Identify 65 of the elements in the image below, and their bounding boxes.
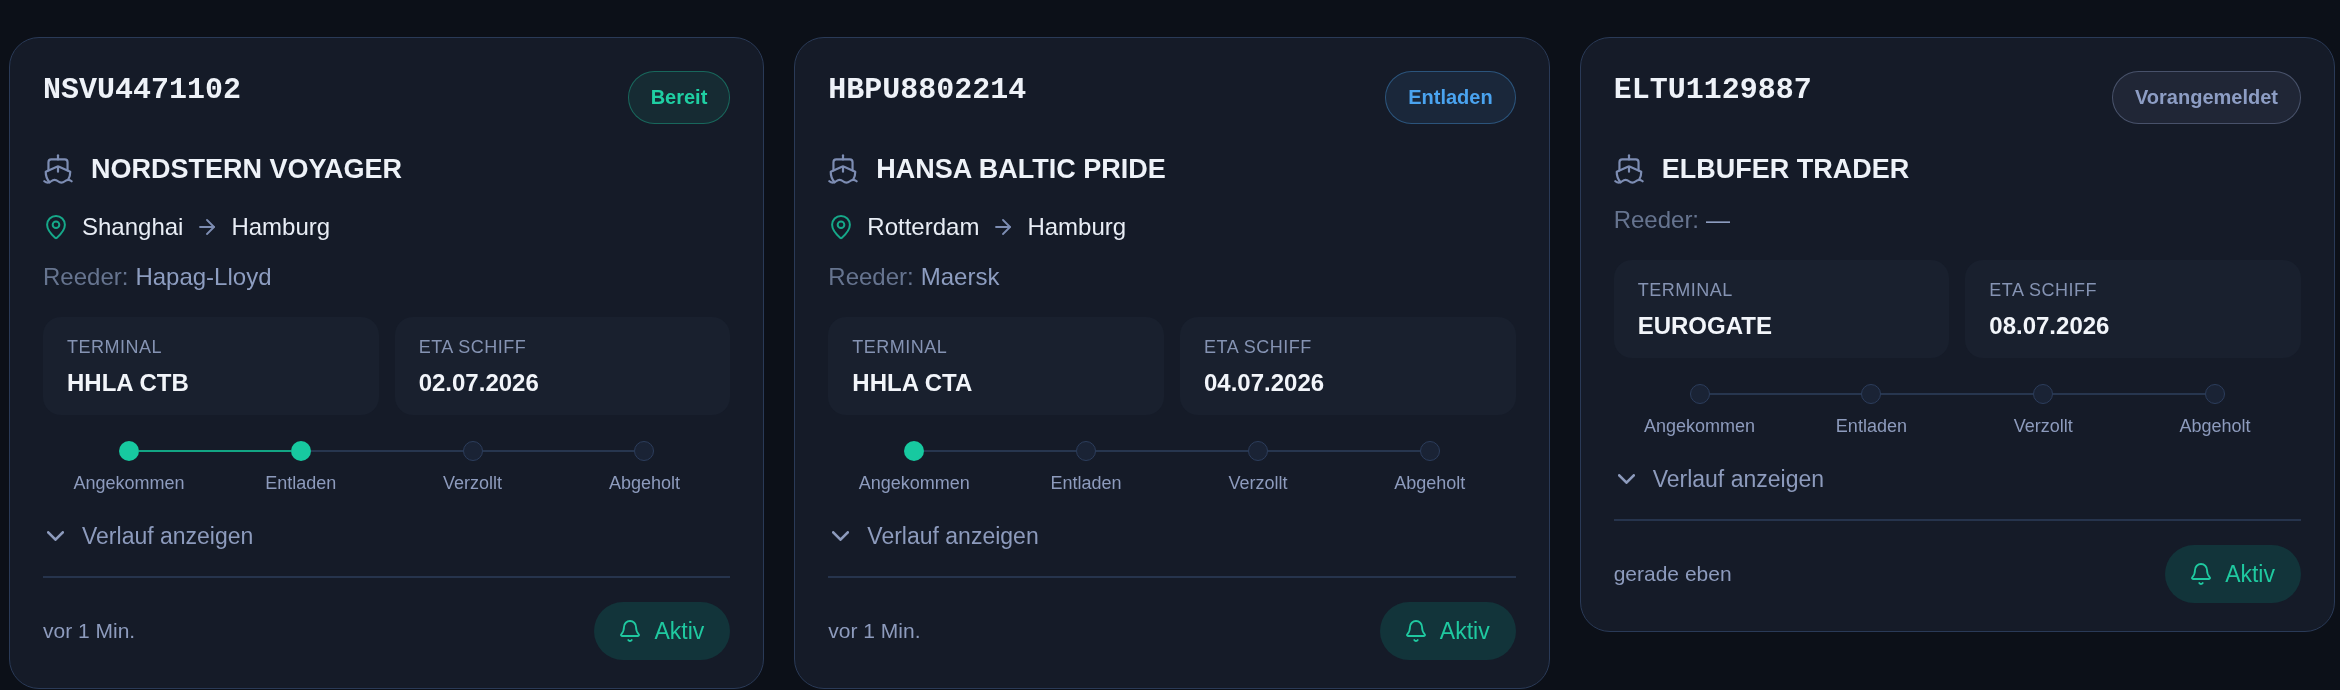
- alert-button[interactable]: Aktiv: [2165, 545, 2301, 603]
- step-label: Verzollt: [443, 472, 503, 495]
- step-label: Angekommen: [1644, 415, 1756, 438]
- arrow-right-icon: [199, 219, 216, 235]
- location-pin-icon: [46, 214, 66, 240]
- chevron-icon: [47, 531, 64, 541]
- chevron-icon: [832, 531, 850, 541]
- info-value: 04.07.2026: [1204, 368, 1325, 398]
- info-label: ETA SCHIFF: [1204, 336, 1312, 359]
- owner-label: Reeder:: [828, 262, 914, 292]
- info-label: TERMINAL: [67, 336, 162, 359]
- container-id: ELTU1129887: [1613, 73, 1812, 107]
- info-value: 02.07.2026: [418, 368, 539, 398]
- status-badge: Bereit: [627, 71, 731, 124]
- alert-button[interactable]: Aktiv: [1379, 602, 1516, 660]
- location-pin-icon: [831, 214, 852, 240]
- vessel-name: ELBUFER TRADER: [1661, 153, 1910, 186]
- updated-time: vor 1 Min.: [828, 618, 921, 644]
- step-label: Angekommen: [73, 472, 185, 495]
- step-label: Verzollt: [2013, 415, 2073, 438]
- bell-icon: [1405, 620, 1426, 642]
- owner-name: Hapag-Lloyd: [135, 262, 272, 292]
- owner-name: Maersk: [920, 262, 1000, 292]
- step-label: Angekommen: [858, 472, 970, 495]
- chevron-icon: [1617, 474, 1635, 484]
- info-value: HHLA CTB: [67, 368, 189, 398]
- history-toggle[interactable]: Verlauf anzeigen: [1613, 463, 1824, 495]
- step-label: Abgeholt: [608, 472, 680, 495]
- container-id: HBPU8802214: [828, 73, 1027, 107]
- step-label: Verzollt: [1228, 472, 1288, 495]
- updated-time: gerade eben: [1613, 561, 1732, 587]
- updated-time: vor 1 Min.: [43, 618, 136, 644]
- step-label: Entladen: [265, 472, 337, 495]
- ship-icon: [828, 154, 859, 184]
- ship-icon: [43, 154, 73, 184]
- destination-port: Hamburg: [231, 213, 331, 241]
- arrow-right-icon: [995, 219, 1012, 235]
- owner-label: Reeder:: [1613, 205, 1700, 235]
- origin-port: Shanghai: [82, 213, 184, 241]
- info-value: 08.07.2026: [1989, 311, 2110, 341]
- step-label: Entladen: [1835, 415, 1907, 438]
- owner-label: Reeder:: [43, 262, 129, 292]
- vessel-name: HANSA BALTIC PRIDE: [876, 153, 1166, 186]
- step-label: Abgeholt: [1394, 472, 1466, 495]
- info-label: ETA SCHIFF: [418, 336, 527, 359]
- bell-icon: [620, 620, 641, 642]
- bell-icon: [2191, 563, 2212, 585]
- container-id: NSVU4471102: [43, 73, 242, 107]
- info-value: EUROGATE: [1637, 311, 1772, 341]
- info-label: ETA SCHIFF: [1989, 279, 2097, 302]
- vessel-name: NORDSTERN VOYAGER: [91, 153, 403, 186]
- step-label: Abgeholt: [2179, 415, 2251, 438]
- step-label: Entladen: [1050, 472, 1122, 495]
- alert-button[interactable]: Aktiv: [594, 602, 731, 660]
- info-label: TERMINAL: [1637, 279, 1733, 302]
- origin-port: Rotterdam: [867, 213, 980, 241]
- owner-name: —: [1706, 205, 1731, 235]
- status-badge: Entladen: [1385, 71, 1516, 124]
- ship-icon: [1613, 154, 1644, 184]
- destination-port: Hamburg: [1027, 213, 1127, 241]
- status-badge: Vorangemeldet: [2112, 71, 2301, 124]
- info-label: TERMINAL: [852, 336, 948, 359]
- history-toggle[interactable]: Verlauf anzeigen: [43, 520, 254, 552]
- info-value: HHLA CTA: [852, 368, 973, 398]
- history-toggle[interactable]: Verlauf anzeigen: [828, 520, 1039, 552]
